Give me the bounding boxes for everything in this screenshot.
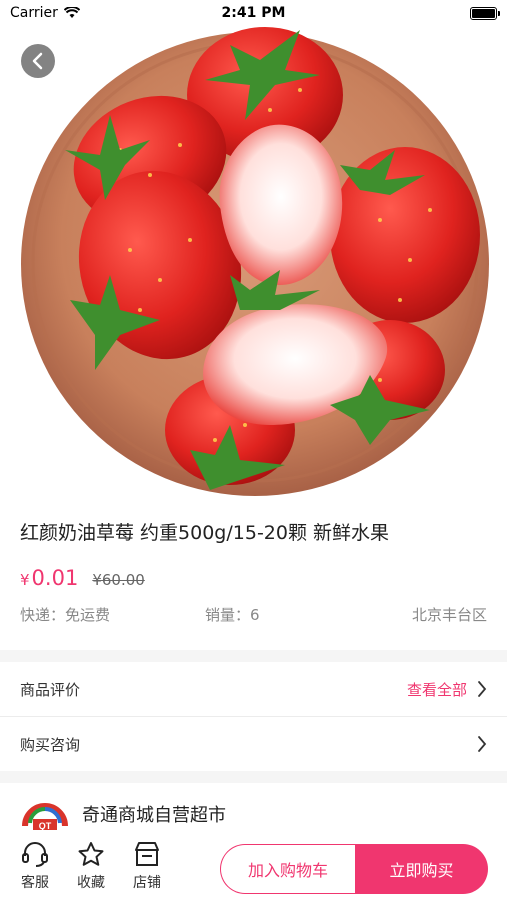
headset-icon (22, 842, 48, 867)
price-value: 0.01 (31, 566, 79, 590)
product-image[interactable] (0, 0, 507, 500)
buy-now-button[interactable]: 立即购买 (355, 844, 488, 894)
back-button[interactable] (21, 44, 55, 78)
location: 北京丰台区 (411, 606, 487, 624)
store-button[interactable]: 店铺 (127, 840, 167, 892)
view-all-link[interactable]: 查看全部 (407, 679, 467, 700)
status-bar: Carrier 2:41 PM (0, 0, 507, 28)
price-row: ¥0.01 ¥60.00 (20, 566, 145, 590)
chevron-right-icon (478, 736, 487, 752)
favorite-label: 收藏 (77, 875, 105, 891)
product-detail-screen: Carrier 2:41 PM 红颜奶油草莓 约重500g/15-20颗 新鲜水… (0, 0, 507, 900)
reviews-label: 商品评价 (20, 680, 81, 699)
customer-service-button[interactable]: 客服 (15, 840, 55, 892)
chevron-right-icon (478, 681, 487, 697)
store-label: 店铺 (133, 875, 161, 891)
section-gap (0, 771, 507, 783)
original-price: ¥60.00 (92, 571, 145, 589)
reviews-row[interactable]: 商品评价 查看全部 (0, 662, 507, 716)
battery-icon (470, 7, 500, 20)
strawberry-bowl-illustration (21, 27, 489, 496)
consult-label: 购买咨询 (20, 735, 81, 754)
shipping-info: 快递：免运费 (20, 606, 111, 624)
current-price: ¥0.01 (20, 566, 78, 590)
star-icon (78, 842, 104, 866)
clock: 2:41 PM (221, 5, 286, 21)
section-gap (0, 650, 507, 662)
consult-row[interactable]: 购买咨询 (0, 717, 507, 771)
customer-service-label: 客服 (21, 875, 49, 891)
bottom-action-bar: 客服 收藏 店铺 加入购物车 立即购买 (0, 830, 507, 900)
add-to-cart-button[interactable]: 加入购物车 (220, 844, 355, 894)
chevron-left-icon (32, 52, 43, 70)
shop-name[interactable]: 奇通商城自营超市 (82, 801, 226, 827)
product-title: 红颜奶油草莓 约重500g/15-20颗 新鲜水果 (20, 522, 390, 544)
currency-symbol: ¥ (20, 571, 30, 589)
reviews-more[interactable]: 查看全部 (407, 679, 487, 700)
favorite-button[interactable]: 收藏 (71, 840, 111, 892)
store-icon (135, 842, 159, 866)
sales-count: 销量：6 (205, 606, 260, 624)
